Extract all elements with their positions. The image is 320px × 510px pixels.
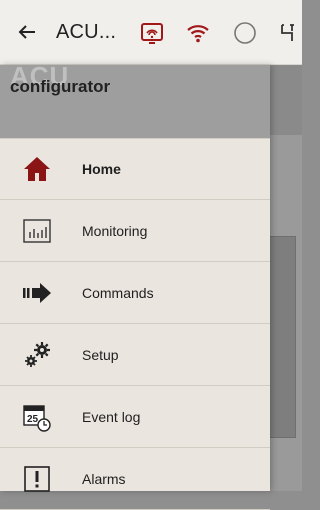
menu-item-setup[interactable]: Setup (0, 324, 270, 386)
action-bar: ACU... (0, 0, 302, 65)
usb-icon[interactable] (276, 20, 302, 46)
menu-label: Event log (82, 408, 141, 425)
drawer-menu: Home Monitoring Commands Setup 25 Event … (0, 138, 270, 510)
menu-label: Alarms (82, 470, 126, 487)
gears-icon (20, 338, 54, 372)
back-arrow-icon[interactable] (16, 21, 38, 43)
menu-item-alarms[interactable]: Alarms (0, 448, 270, 510)
menu-label: Home (82, 161, 121, 177)
svg-text:25: 25 (27, 414, 39, 425)
brand-title: configurator (10, 77, 111, 96)
alarm-icon (20, 462, 54, 496)
arrow-right-icon (20, 276, 54, 310)
chart-icon (20, 214, 54, 248)
home-icon (20, 152, 54, 186)
wifi-icon[interactable] (185, 20, 211, 46)
app-title: ACU... (56, 20, 117, 43)
menu-item-commands[interactable]: Commands (0, 262, 270, 324)
navigation-drawer: ACU configurator Home Monitoring Command… (0, 61, 270, 510)
menu-label: Monitoring (82, 222, 148, 239)
menu-item-monitoring[interactable]: Monitoring (0, 200, 270, 262)
menu-label: Setup (82, 346, 119, 363)
drawer-header: ACU configurator (0, 61, 270, 138)
circle-icon[interactable] (232, 20, 258, 46)
menu-label: Commands (82, 284, 154, 301)
screen-cast-icon[interactable] (139, 20, 165, 46)
menu-item-event-log[interactable]: 25 Event log (0, 386, 270, 448)
calendar-clock-icon: 25 (20, 400, 54, 434)
menu-item-home[interactable]: Home (0, 138, 270, 200)
